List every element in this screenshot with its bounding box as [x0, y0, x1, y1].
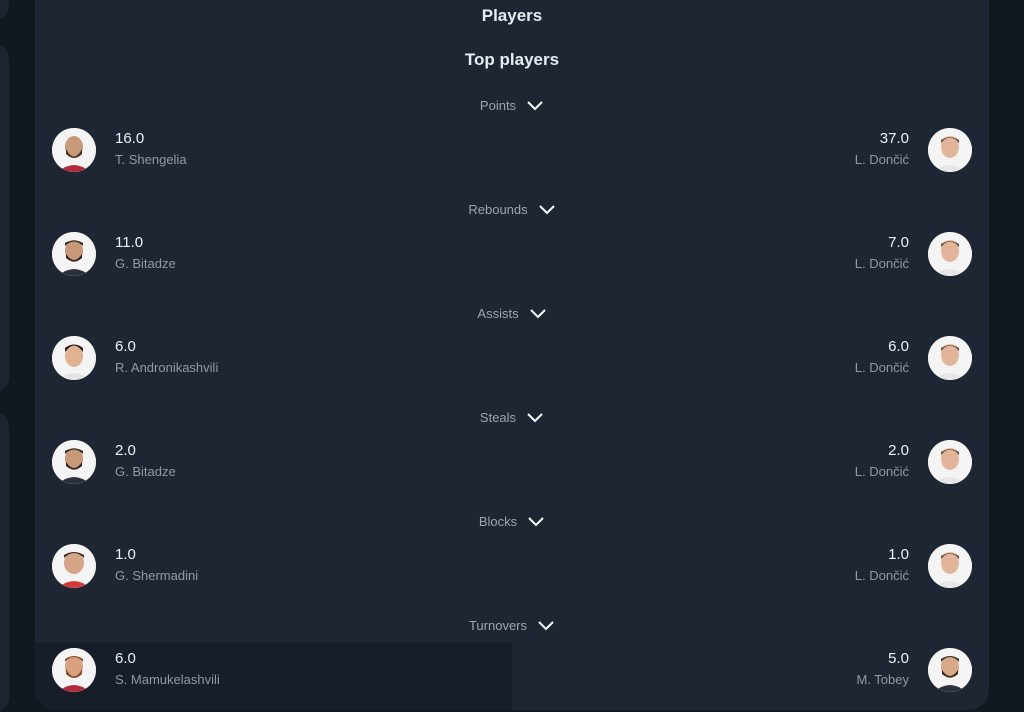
left-player-leader[interactable]: 16.0 T. Shengelia [52, 128, 432, 176]
players-panel: Players Top players Points 16.0 T. Sheng… [35, 0, 989, 710]
left-player-leader[interactable]: 1.0 G. Shermadini [52, 544, 432, 592]
player-name: L. Dončić [854, 360, 909, 375]
player-avatar [928, 336, 972, 380]
player-name: G. Bitadze [115, 464, 176, 479]
stat-selector-steals[interactable]: Steals [35, 406, 989, 428]
stat-block-blocks: Blocks 1.0 G. Shermadini 1.0 L. Dončić [35, 510, 989, 614]
stat-value: 1.0 [115, 546, 136, 563]
player-name: L. Dončić [854, 568, 909, 583]
chevron-down-icon [527, 413, 543, 423]
right-player-leader[interactable]: 6.0 L. Dončić [592, 336, 972, 384]
player-name: S. Mamukelashvili [115, 672, 220, 687]
stat-block-turnovers: Turnovers 6.0 S. Mamukelashvili 5.0 M. T… [35, 614, 989, 710]
stat-block-rebounds: Rebounds 11.0 G. Bitadze 7.0 L. Dončić [35, 198, 989, 302]
stat-value: 37.0 [879, 130, 909, 147]
chevron-down-icon [527, 101, 543, 111]
stat-label: Steals [479, 409, 517, 425]
right-player-leader[interactable]: 7.0 L. Dončić [592, 232, 972, 280]
stat-selector-turnovers[interactable]: Turnovers [35, 614, 989, 636]
stat-block-assists: Assists 6.0 R. Andronikashvili 6.0 L. Do… [35, 302, 989, 406]
stat-value: 2.0 [888, 442, 909, 459]
chevron-down-icon [529, 309, 546, 319]
player-avatar [52, 232, 96, 276]
stat-label: Turnovers [468, 617, 528, 633]
chevron-down-icon [538, 621, 554, 631]
player-avatar [928, 648, 972, 692]
stat-value: 2.0 [115, 442, 136, 459]
chevron-down-icon [528, 517, 544, 527]
stat-selector-rebounds[interactable]: Rebounds [35, 198, 989, 220]
player-name: T. Shengelia [115, 152, 187, 167]
panel-title: Players [481, 6, 543, 25]
stat-value: 6.0 [115, 338, 136, 355]
player-avatar [52, 128, 96, 172]
left-player-leader[interactable]: 2.0 G. Bitadze [52, 440, 432, 488]
left-player-leader[interactable]: 11.0 G. Bitadze [52, 232, 432, 280]
player-avatar [52, 336, 96, 380]
stat-value: 6.0 [888, 338, 909, 355]
right-player-leader[interactable]: 37.0 L. Dončić [592, 128, 972, 176]
stat-value: 1.0 [888, 546, 909, 563]
player-name: G. Bitadze [115, 256, 176, 271]
stat-value: 6.0 [115, 650, 136, 667]
stat-selector-points[interactable]: Points [35, 94, 989, 116]
stat-block-steals: Steals 2.0 G. Bitadze 2.0 L. Dončić [35, 406, 989, 510]
left-player-leader[interactable]: 6.0 S. Mamukelashvili [52, 648, 432, 696]
player-name: L. Dončić [854, 152, 909, 167]
right-player-leader[interactable]: 2.0 L. Dončić [592, 440, 972, 488]
left-player-leader[interactable]: 6.0 R. Andronikashvili [52, 336, 432, 384]
side-card-bottom [0, 412, 9, 712]
top-players-title: Top players [464, 50, 560, 69]
stat-label: Points [479, 97, 517, 113]
right-player-leader[interactable]: 5.0 M. Tobey [592, 648, 972, 696]
player-avatar [52, 648, 96, 692]
player-avatar [928, 232, 972, 276]
player-name: G. Shermadini [115, 568, 199, 583]
right-player-leader[interactable]: 1.0 L. Dončić [592, 544, 972, 592]
stat-block-points: Points 16.0 T. Shengelia 37.0 L. Dončić [35, 94, 989, 198]
player-name: M. Tobey [856, 672, 909, 687]
player-name: R. Andronikashvili [115, 360, 219, 375]
stat-value: 11.0 [115, 234, 144, 251]
stat-value: 16.0 [115, 130, 145, 147]
side-card-middle [0, 44, 9, 392]
player-name: L. Dončić [854, 256, 909, 271]
stat-selector-assists[interactable]: Assists [35, 302, 989, 324]
stat-value: 5.0 [888, 650, 909, 667]
player-avatar [52, 440, 96, 484]
stat-value: 7.0 [888, 234, 909, 251]
side-card-top [0, 0, 9, 20]
player-avatar [52, 544, 96, 588]
stat-label: Rebounds [468, 201, 528, 217]
stat-label: Assists [477, 305, 519, 321]
player-avatar [928, 544, 972, 588]
chevron-down-icon [538, 205, 555, 215]
player-name: L. Dončić [854, 464, 909, 479]
stat-selector-blocks[interactable]: Blocks [35, 510, 989, 532]
stat-label: Blocks [478, 513, 518, 529]
player-avatar [928, 440, 972, 484]
player-avatar [928, 128, 972, 172]
